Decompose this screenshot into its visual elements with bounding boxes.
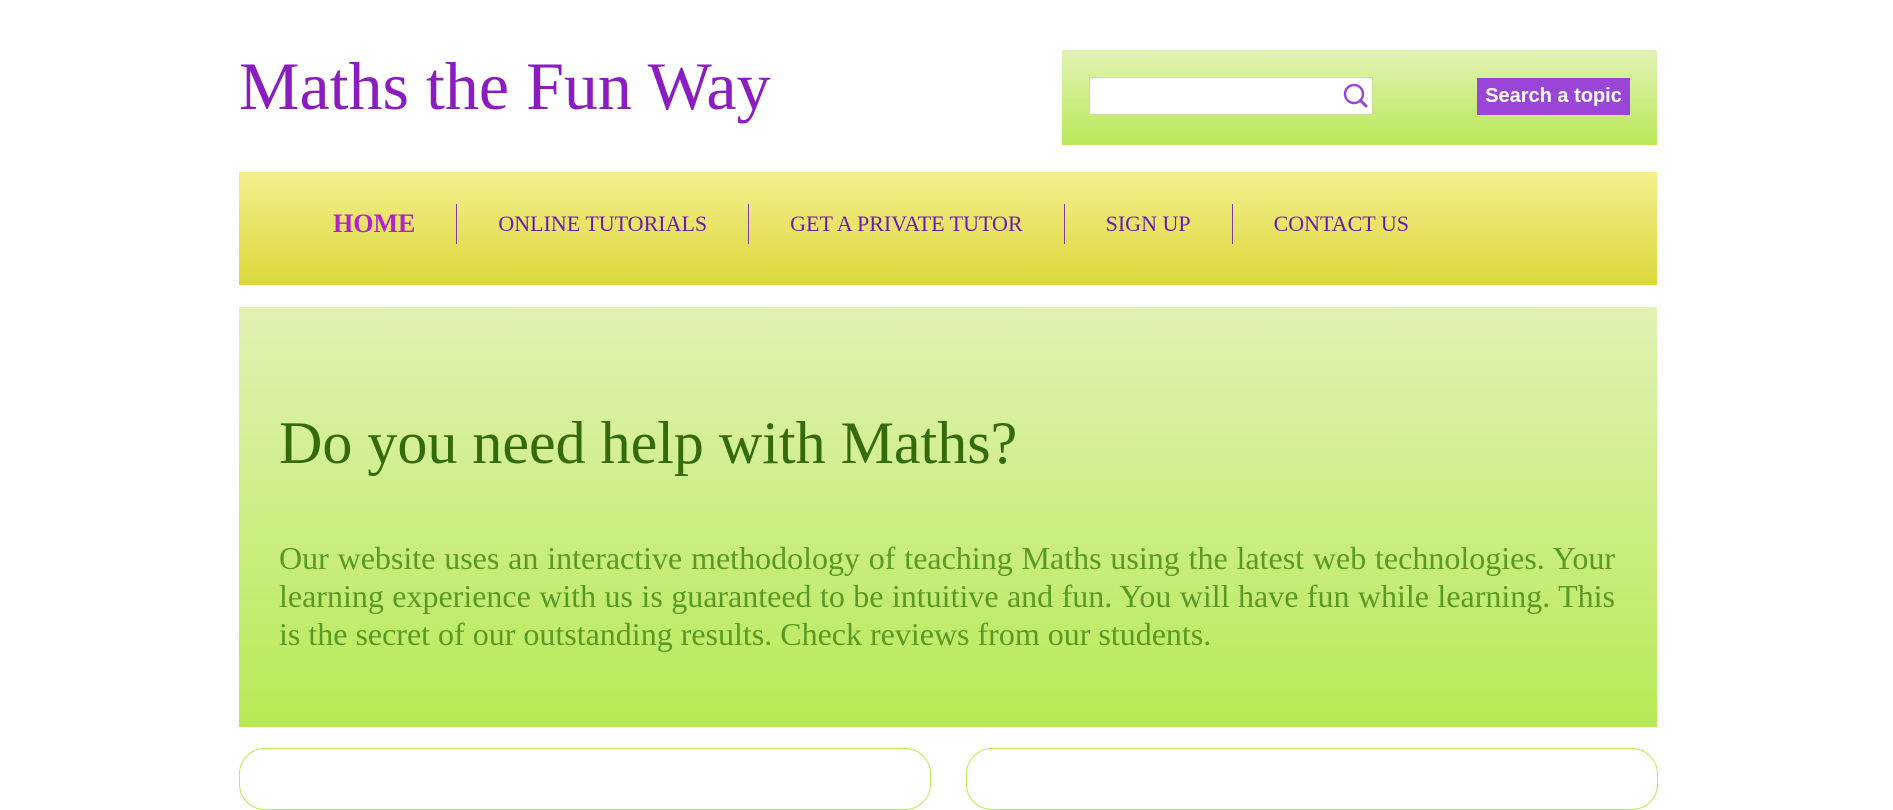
search-icon[interactable] [1340, 81, 1372, 113]
search-bar: Search a topic [1062, 50, 1657, 145]
nav-item-sign-up[interactable]: SIGN UP [1065, 203, 1232, 245]
content-card-left [239, 748, 931, 810]
search-topic-button[interactable]: Search a topic [1477, 78, 1630, 115]
nav-item-private-tutor[interactable]: GET A PRIVATE TUTOR [749, 203, 1063, 245]
content-card-right [966, 748, 1658, 810]
nav-item-home[interactable]: HOME [292, 203, 456, 245]
nav-item-online-tutorials[interactable]: ONLINE TUTORIALS [457, 203, 748, 245]
site-title[interactable]: Maths the Fun Way [239, 52, 771, 120]
search-input[interactable] [1094, 82, 1333, 112]
main-nav: HOME ONLINE TUTORIALS GET A PRIVATE TUTO… [239, 172, 1657, 285]
nav-list: HOME ONLINE TUTORIALS GET A PRIVATE TUTO… [292, 203, 1450, 245]
hero-text: Our website uses an interactive methodol… [279, 540, 1615, 652]
hero-section: Do you need help with Maths? Our website… [239, 307, 1657, 727]
search-box [1089, 77, 1373, 115]
hero-title: Do you need help with Maths? [279, 410, 1018, 476]
nav-item-contact-us[interactable]: CONTACT US [1233, 203, 1450, 245]
